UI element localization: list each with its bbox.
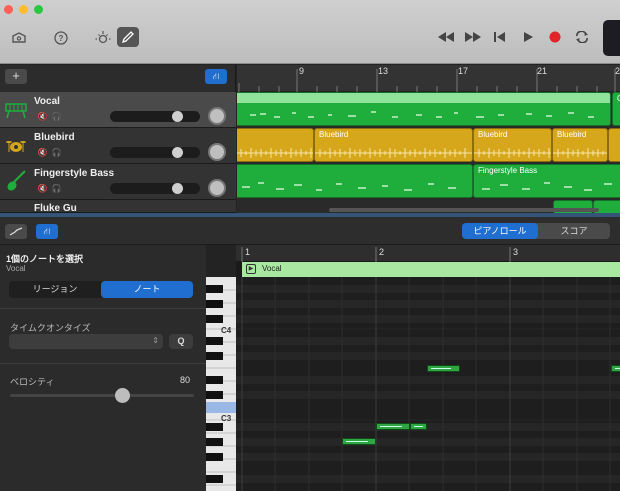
region-bluebird[interactable]: Bluebird <box>473 128 552 162</box>
play-region-icon[interactable]: ▶ <box>246 264 256 274</box>
mute-icon[interactable]: 🔇 <box>37 184 48 194</box>
region-vocal[interactable]: C <box>612 92 620 126</box>
bar-number: 2 <box>379 247 385 257</box>
headphones-icon[interactable]: 🎧 <box>51 184 62 194</box>
pan-knob[interactable] <box>208 179 226 197</box>
midi-note[interactable] <box>342 438 376 445</box>
region-label: Bluebird <box>319 130 349 139</box>
smart-controls-icon[interactable] <box>92 27 114 49</box>
mute-icon[interactable]: 🔇 <box>37 112 48 122</box>
velocity-knob[interactable] <box>115 388 130 403</box>
close-window-button[interactable] <box>4 5 13 14</box>
tab-region[interactable]: リージョン <box>9 281 101 298</box>
pan-knob[interactable] <box>208 143 226 161</box>
track-header-vocal[interactable]: Vocal 🔇 🎧 <box>0 92 236 128</box>
bar-number: 21 <box>537 66 548 76</box>
track-header-fluke[interactable]: Fluke Gu <box>0 200 236 213</box>
fast-forward-icon[interactable] <box>463 28 483 46</box>
volume-knob[interactable] <box>172 147 183 158</box>
track-header-bluebird[interactable]: Bluebird 🔇 🎧 <box>0 128 236 164</box>
velocity-slider[interactable] <box>10 394 194 397</box>
piano-roll-region-header[interactable]: ▶ Vocal <box>242 262 620 277</box>
track-name: Vocal <box>34 96 60 107</box>
region-vocal[interactable] <box>237 92 611 126</box>
piano-keyboard[interactable]: C4 C3 <box>206 277 236 491</box>
time-quantize-label: タイムクオンタイズ <box>10 323 91 333</box>
region-bluebird[interactable] <box>237 128 314 162</box>
track-header-fingerstyle-bass[interactable]: Fingerstyle Bass 🔇 🎧 <box>0 164 236 200</box>
region-bluebird[interactable]: Bluebird <box>314 128 473 162</box>
svg-text:?: ? <box>59 34 64 43</box>
drum-kit-icon <box>5 132 27 158</box>
region-bass[interactable]: Fingerstyle Bass <box>473 164 620 198</box>
mute-icon[interactable]: 🔇 <box>37 148 48 158</box>
region-bluebird[interactable] <box>608 128 620 162</box>
bar-number: 17 <box>458 66 469 76</box>
volume-slider[interactable] <box>110 147 200 158</box>
editor-view-switch: ピアノロール スコア <box>462 223 610 239</box>
track-filter-button[interactable]: ⛙ <box>205 69 227 84</box>
region-bluebird[interactable]: Bluebird <box>552 128 608 162</box>
track-name: Fingerstyle Bass <box>34 168 115 179</box>
midi-note[interactable] <box>410 423 427 430</box>
bar-number: 3 <box>513 247 519 257</box>
record-icon[interactable] <box>545 28 565 46</box>
cycle-icon[interactable] <box>572 28 592 46</box>
play-icon[interactable] <box>518 28 538 46</box>
track-name: Bluebird <box>34 132 75 143</box>
minimize-window-button[interactable] <box>19 5 28 14</box>
bar-number: 13 <box>378 66 389 76</box>
bar-ruler[interactable] <box>237 65 620 92</box>
horizontal-scrollbar[interactable] <box>329 208 599 212</box>
headphones-icon[interactable]: 🎧 <box>51 112 62 122</box>
piano-roll-ruler[interactable] <box>236 245 620 262</box>
headphones-icon[interactable]: 🎧 <box>51 148 62 158</box>
region-label: Fingerstyle Bass <box>478 166 538 175</box>
add-track-button[interactable]: + <box>5 69 27 84</box>
pan-knob[interactable] <box>208 107 226 125</box>
tab-note[interactable]: ノート <box>101 281 193 298</box>
region-note-switch: リージョン ノート <box>9 281 193 298</box>
volume-knob[interactable] <box>172 183 183 194</box>
chevron-updown-icon: ⇕ <box>152 336 159 345</box>
keyboard-instrument-icon <box>5 96 27 122</box>
region-name: Vocal <box>262 264 282 273</box>
selection-subtitle: Vocal <box>6 264 26 273</box>
to-start-icon[interactable] <box>490 28 510 46</box>
midi-note[interactable] <box>427 365 460 372</box>
bar-number: 1 <box>245 247 251 257</box>
help-icon[interactable]: ? <box>50 27 72 49</box>
quantize-button[interactable]: Q <box>169 334 193 349</box>
volume-knob[interactable] <box>172 111 183 122</box>
separator <box>0 363 206 364</box>
key-label-c3: C3 <box>221 414 232 423</box>
editor-tool-button[interactable] <box>5 224 27 239</box>
tab-score[interactable]: スコア <box>538 223 610 239</box>
editor-filter-button[interactable]: ⛙ <box>36 224 58 239</box>
key-label-c4: C4 <box>221 326 232 335</box>
bar-number: 2 <box>615 66 620 76</box>
lcd-display[interactable] <box>603 20 620 56</box>
region-bass[interactable] <box>237 164 473 198</box>
separator <box>0 308 206 309</box>
region-label: Bluebird <box>557 130 587 139</box>
midi-note[interactable] <box>376 423 410 430</box>
track-name: Fluke Gu <box>34 203 77 213</box>
library-icon[interactable] <box>8 27 30 49</box>
volume-slider[interactable] <box>110 183 200 194</box>
velocity-value: 80 <box>180 375 191 385</box>
volume-slider[interactable] <box>110 111 200 122</box>
rewind-icon[interactable] <box>436 28 456 46</box>
bar-number: 9 <box>299 66 305 76</box>
tracks-area[interactable]: C Bluebird Bluebird Bluebird Fingerstyle… <box>237 92 620 213</box>
velocity-label: ベロシティ <box>10 377 55 387</box>
bass-guitar-icon <box>5 168 27 194</box>
piano-roll-grid[interactable] <box>236 277 620 491</box>
region-label: Bluebird <box>478 130 508 139</box>
editors-pencil-icon[interactable] <box>117 27 139 47</box>
zoom-window-button[interactable] <box>34 5 43 14</box>
tab-piano-roll[interactable]: ピアノロール <box>462 223 538 239</box>
midi-note[interactable] <box>611 365 620 372</box>
time-quantize-select[interactable]: ⇕ <box>9 334 163 349</box>
